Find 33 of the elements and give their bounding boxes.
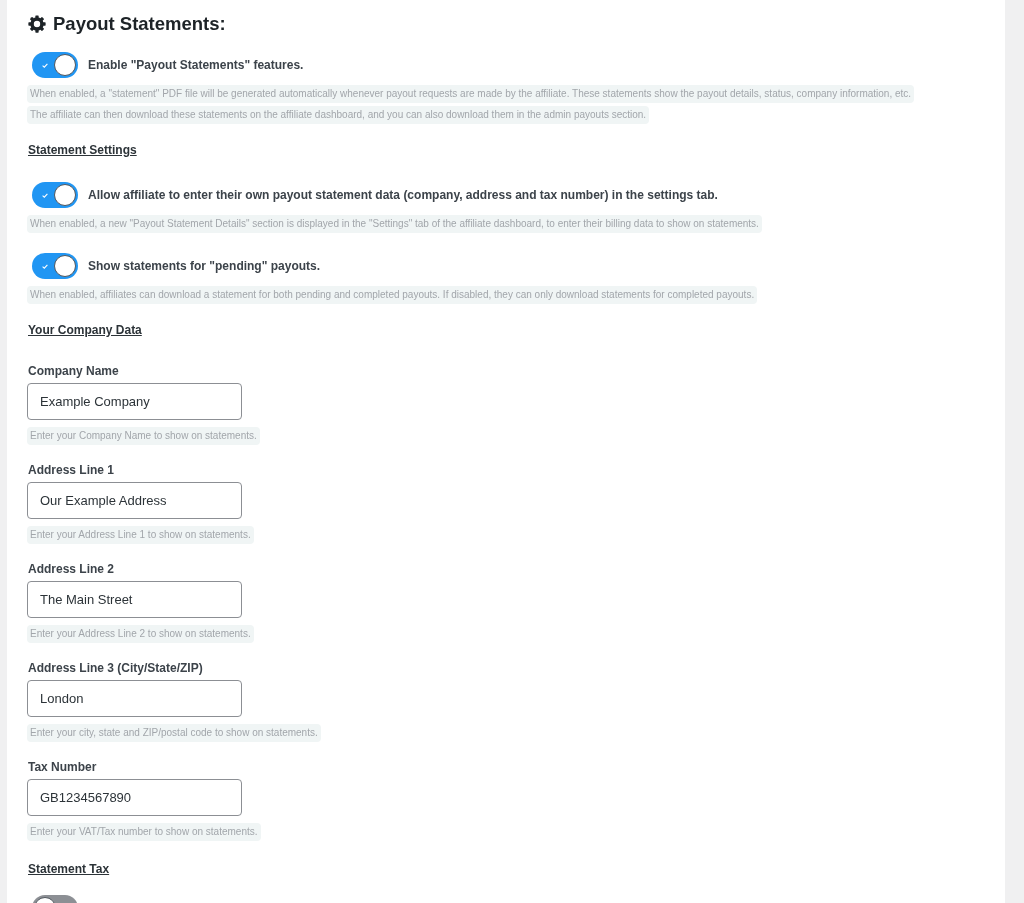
help-text: When enabled, affiliates can download a statement for both pending and completed payouts. If disabled, they can only download statements for completed payouts. — [27, 286, 758, 304]
check-icon — [42, 63, 48, 68]
help-text: Enter your Company Name to show on statements. — [27, 427, 260, 445]
toggle-label: Allow affiliate to enter their own payout statement data (company, address and tax number) in the settings tab. — [88, 187, 718, 203]
section-subheading: Statement Settings — [28, 142, 137, 158]
field-label: Address Line 1 — [28, 462, 115, 478]
section-subheading: Statement Tax — [28, 861, 110, 877]
settings-icon — [28, 15, 46, 33]
help-text: The affiliate can then download these statements on the affiliate dashboard, and you can also download them in the admin payouts section. — [27, 106, 650, 124]
toggle-switch[interactable] — [32, 182, 78, 208]
text-input[interactable]: Example Company — [27, 383, 242, 420]
field-label: Address Line 3 (City/State/ZIP) — [28, 660, 203, 676]
text-input[interactable]: The Main Street — [27, 581, 242, 618]
help-text: Enter your city, state and ZIP/postal code to show on statements. — [27, 724, 321, 742]
help-text: Enter your Address Line 2 to show on statements. — [27, 625, 254, 643]
toggle-label: Enable "Payout Statements" features. — [88, 57, 304, 73]
field-label: Address Line 2 — [28, 561, 115, 577]
help-text: When enabled, a "statement" PDF file will be generated automatically whenever payout requests are made by the affiliate. These statements show the payout details, status, company information, etc. — [27, 85, 915, 103]
help-text: Enter your VAT/Tax number to show on statements. — [27, 823, 261, 841]
text-input[interactable]: London — [27, 680, 242, 717]
section-subheading: Your Company Data — [28, 322, 142, 338]
toggle-label: Show statements for "pending" payouts. — [88, 258, 321, 274]
toggle-switch[interactable] — [32, 52, 78, 78]
toggle-switch[interactable] — [32, 253, 78, 279]
text-input[interactable]: Our Example Address — [27, 482, 242, 519]
check-icon — [42, 193, 48, 198]
help-text: Enter your Address Line 1 to show on statements. — [27, 526, 254, 544]
check-icon — [42, 264, 48, 269]
help-text: When enabled, a new "Payout Statement Details" section is displayed in the "Settings" tab of the affiliate dashboard, to enter their billing data to show on statements. — [27, 215, 762, 233]
field-label: Company Name — [28, 363, 119, 379]
text-input[interactable]: GB1234567890 — [27, 779, 242, 816]
section-title: Payout Statements: — [53, 12, 226, 36]
field-label: Tax Number — [28, 759, 97, 775]
